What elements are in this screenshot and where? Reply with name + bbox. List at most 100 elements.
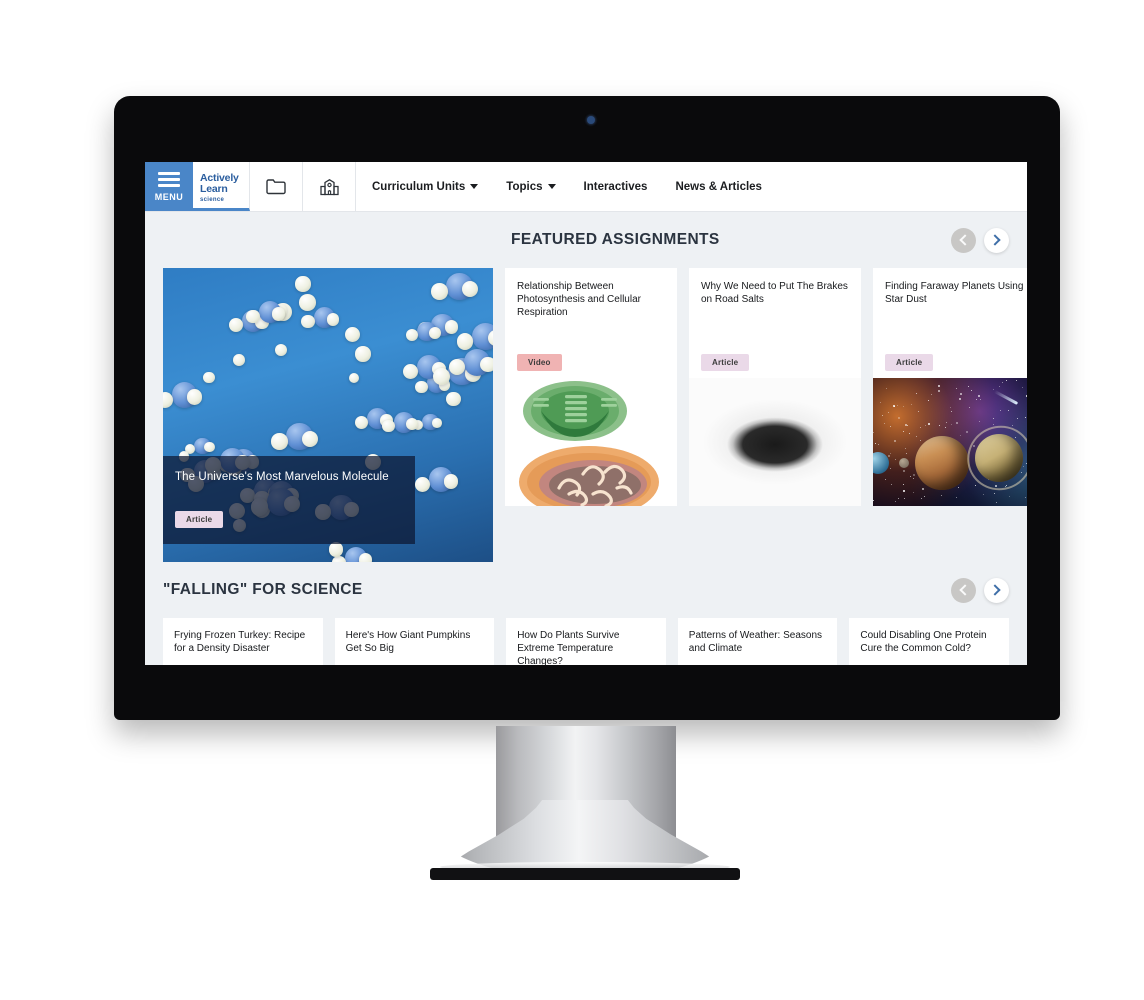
featured-carousel-next-button[interactable]	[984, 227, 1009, 253]
star	[977, 395, 980, 398]
star	[913, 491, 915, 493]
falling-card[interactable]: Patterns of Weather: Seasons and Climate	[677, 618, 838, 665]
molecule-sphere	[348, 372, 360, 384]
star	[903, 497, 905, 499]
star	[979, 399, 981, 401]
molecule-sphere	[445, 391, 461, 407]
star	[975, 485, 977, 487]
star	[889, 425, 891, 427]
page-content: FEATURED ASSIGNMENTS The Universe's Most…	[145, 212, 1027, 665]
star	[910, 475, 912, 477]
featured-card[interactable]: Finding Faraway Planets Using Star Dust …	[873, 268, 1027, 506]
star	[993, 493, 995, 495]
star	[874, 442, 876, 444]
nav-link-news-articles[interactable]: News & Articles	[675, 181, 762, 193]
star	[902, 490, 905, 493]
brand-name-line1: Actively	[200, 171, 239, 184]
featured-card[interactable]: Relationship Between Photosynthesis and …	[505, 268, 677, 506]
molecule-sphere	[328, 542, 344, 557]
menu-button[interactable]: MENU	[145, 162, 193, 211]
star	[976, 398, 978, 400]
falling-card[interactable]: Here's How Giant Pumpkins Get So Big	[334, 618, 495, 665]
star	[902, 406, 904, 408]
molecule-sphere	[326, 312, 340, 326]
star	[911, 404, 913, 406]
featured-card-image	[505, 378, 677, 506]
molecule-sphere	[301, 315, 315, 329]
molecule-sphere	[302, 430, 319, 447]
star	[1005, 379, 1007, 381]
falling-carousel-next-button[interactable]	[984, 577, 1009, 603]
top-navigation-bar: MENU Actively Learn science Curriculum U…	[145, 162, 1027, 212]
star	[891, 484, 893, 486]
star	[1025, 394, 1027, 397]
star	[908, 432, 910, 434]
star	[957, 487, 959, 489]
star	[956, 387, 958, 389]
featured-section-title: FEATURED ASSIGNMENTS	[511, 231, 720, 248]
star	[893, 440, 896, 443]
falling-section-header: "FALLING" FOR SCIENCE	[163, 562, 1009, 618]
star	[873, 432, 875, 434]
molecule-sphere	[429, 327, 442, 339]
star	[912, 473, 915, 476]
featured-card-image	[873, 378, 1027, 506]
library-folder-button[interactable]	[250, 162, 303, 211]
star	[892, 405, 895, 408]
nav-link-interactives[interactable]: Interactives	[584, 181, 648, 193]
planet-small	[873, 452, 889, 474]
featured-hero-tag: Article	[175, 511, 224, 528]
chevron-down-icon	[547, 184, 556, 189]
featured-card-title: Finding Faraway Planets Using Star Dust	[885, 281, 1024, 305]
star	[915, 435, 917, 437]
star	[879, 401, 881, 403]
nav-link-topics[interactable]: Topics	[506, 181, 556, 193]
star	[885, 479, 887, 481]
chevron-left-icon	[959, 584, 971, 596]
molecule-sphere	[203, 372, 215, 384]
featured-card-tag-wrap: Video	[505, 352, 677, 371]
featured-card-tag-wrap: Article	[689, 352, 861, 371]
featured-card[interactable]: Why We Need to Put The Brakes on Road Sa…	[689, 268, 861, 506]
school-button[interactable]	[303, 162, 356, 211]
molecule-sphere	[432, 368, 450, 386]
star	[959, 398, 962, 401]
falling-card[interactable]: How Do Plants Survive Extreme Temperatur…	[506, 618, 666, 665]
star	[881, 414, 883, 416]
star	[894, 458, 896, 460]
nav-link-curriculum-units[interactable]: Curriculum Units	[372, 181, 479, 193]
monitor-stand-foot	[430, 868, 740, 880]
webcam-icon	[587, 116, 595, 124]
molecule-sphere	[462, 280, 479, 297]
falling-carousel-prev-button[interactable]	[951, 577, 976, 603]
star	[938, 384, 941, 387]
brand-subject-label: science	[200, 196, 225, 203]
molecule-sphere	[405, 329, 418, 342]
featured-hero-card[interactable]: The Universe's Most Marvelous Molecule A…	[163, 268, 493, 562]
star	[889, 467, 891, 469]
falling-card[interactable]: Could Disabling One Protein Cure the Com…	[849, 618, 1009, 665]
star	[913, 478, 915, 480]
featured-card-tag: Article	[701, 354, 750, 371]
featured-carousel-prev-button[interactable]	[951, 227, 976, 253]
falling-card[interactable]: Frying Frozen Turkey: Recipe for a Densi…	[163, 618, 323, 665]
star	[946, 421, 948, 423]
featured-assignments-row: The Universe's Most Marvelous Molecule A…	[163, 268, 1027, 562]
molecule-sphere	[204, 442, 215, 453]
star	[1016, 418, 1018, 420]
star	[928, 399, 930, 401]
star	[1009, 496, 1011, 498]
molecule-sphere	[299, 294, 316, 311]
star	[965, 430, 968, 433]
molecule-sphere	[358, 553, 372, 562]
star	[920, 440, 922, 442]
folder-icon	[266, 179, 286, 195]
star	[950, 423, 952, 425]
hamburger-icon-line	[158, 171, 180, 175]
star	[941, 495, 943, 497]
molecule-sphere	[187, 389, 203, 405]
star	[950, 406, 952, 408]
molecule-sphere	[246, 309, 260, 324]
featured-card-title: Relationship Between Photosynthesis and …	[517, 281, 641, 318]
brand-logo[interactable]: Actively Learn science	[193, 162, 250, 211]
